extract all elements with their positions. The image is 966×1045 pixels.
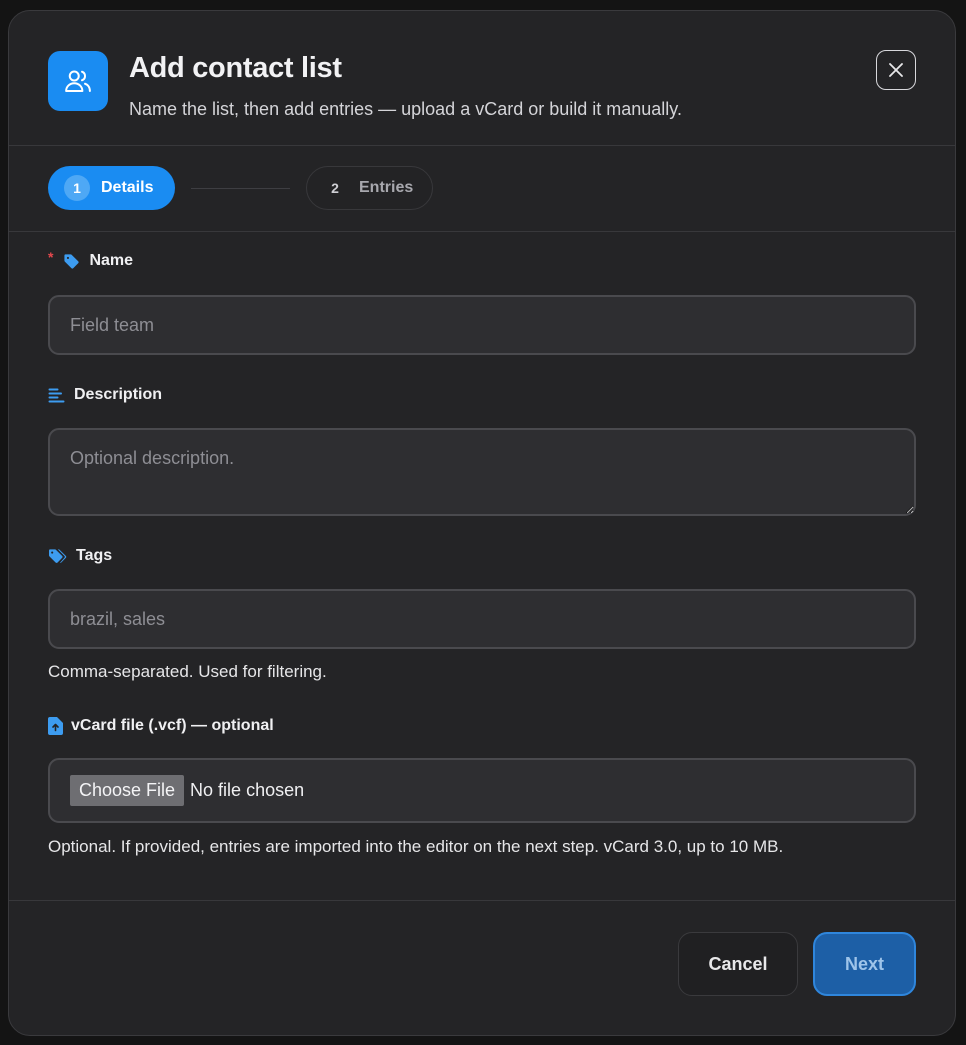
file-upload-icon: [48, 717, 63, 735]
users-icon: [48, 51, 108, 111]
step-connector: [191, 188, 290, 189]
tags-icon: [48, 548, 67, 565]
step-entries[interactable]: 2 Entries: [306, 166, 433, 210]
cancel-button[interactable]: Cancel: [678, 932, 798, 996]
tag-icon: [63, 253, 80, 270]
align-left-icon: [48, 387, 65, 404]
next-button[interactable]: Next: [813, 932, 916, 996]
vcard-file-input[interactable]: Choose File No file chosen: [48, 758, 916, 823]
description-label: Description: [74, 386, 163, 403]
no-file-text: No file chosen: [190, 780, 305, 800]
dialog-title: Add contact list: [129, 52, 342, 84]
name-input[interactable]: [48, 295, 916, 355]
stepper: 1 Details 2 Entries: [9, 145, 955, 232]
footer-divider: [9, 900, 955, 901]
tags-label: Tags: [76, 547, 113, 564]
vcard-label: vCard file (.vcf) — optional: [71, 717, 274, 734]
tags-hint: Comma-separated. Used for filtering.: [48, 662, 327, 681]
step-details[interactable]: 1 Details: [48, 166, 175, 210]
choose-file-button[interactable]: Choose File: [70, 775, 185, 806]
dialog-subtitle: Name the list, then add entries — upload…: [129, 99, 682, 119]
add-contact-list-dialog: Add contact list Name the list, then add…: [8, 10, 956, 1036]
step-number: 1: [64, 175, 90, 201]
close-button[interactable]: [876, 50, 916, 90]
dialog-header: Add contact list Name the list, then add…: [9, 11, 955, 146]
vcard-hint: Optional. If provided, entries are impor…: [48, 837, 784, 856]
name-label-row: * Name: [48, 249, 134, 270]
description-textarea[interactable]: [48, 428, 916, 516]
tags-label-row: Tags: [48, 547, 112, 565]
vcard-label-row: vCard file (.vcf) — optional: [48, 717, 274, 735]
close-icon: [889, 63, 903, 77]
tags-input[interactable]: [48, 589, 916, 649]
step-label: Entries: [359, 179, 414, 196]
description-label-row: Description: [48, 386, 162, 404]
step-label: Details: [101, 179, 154, 196]
step-number: 2: [331, 180, 339, 196]
required-marker: *: [48, 249, 54, 265]
name-label: Name: [89, 252, 134, 269]
